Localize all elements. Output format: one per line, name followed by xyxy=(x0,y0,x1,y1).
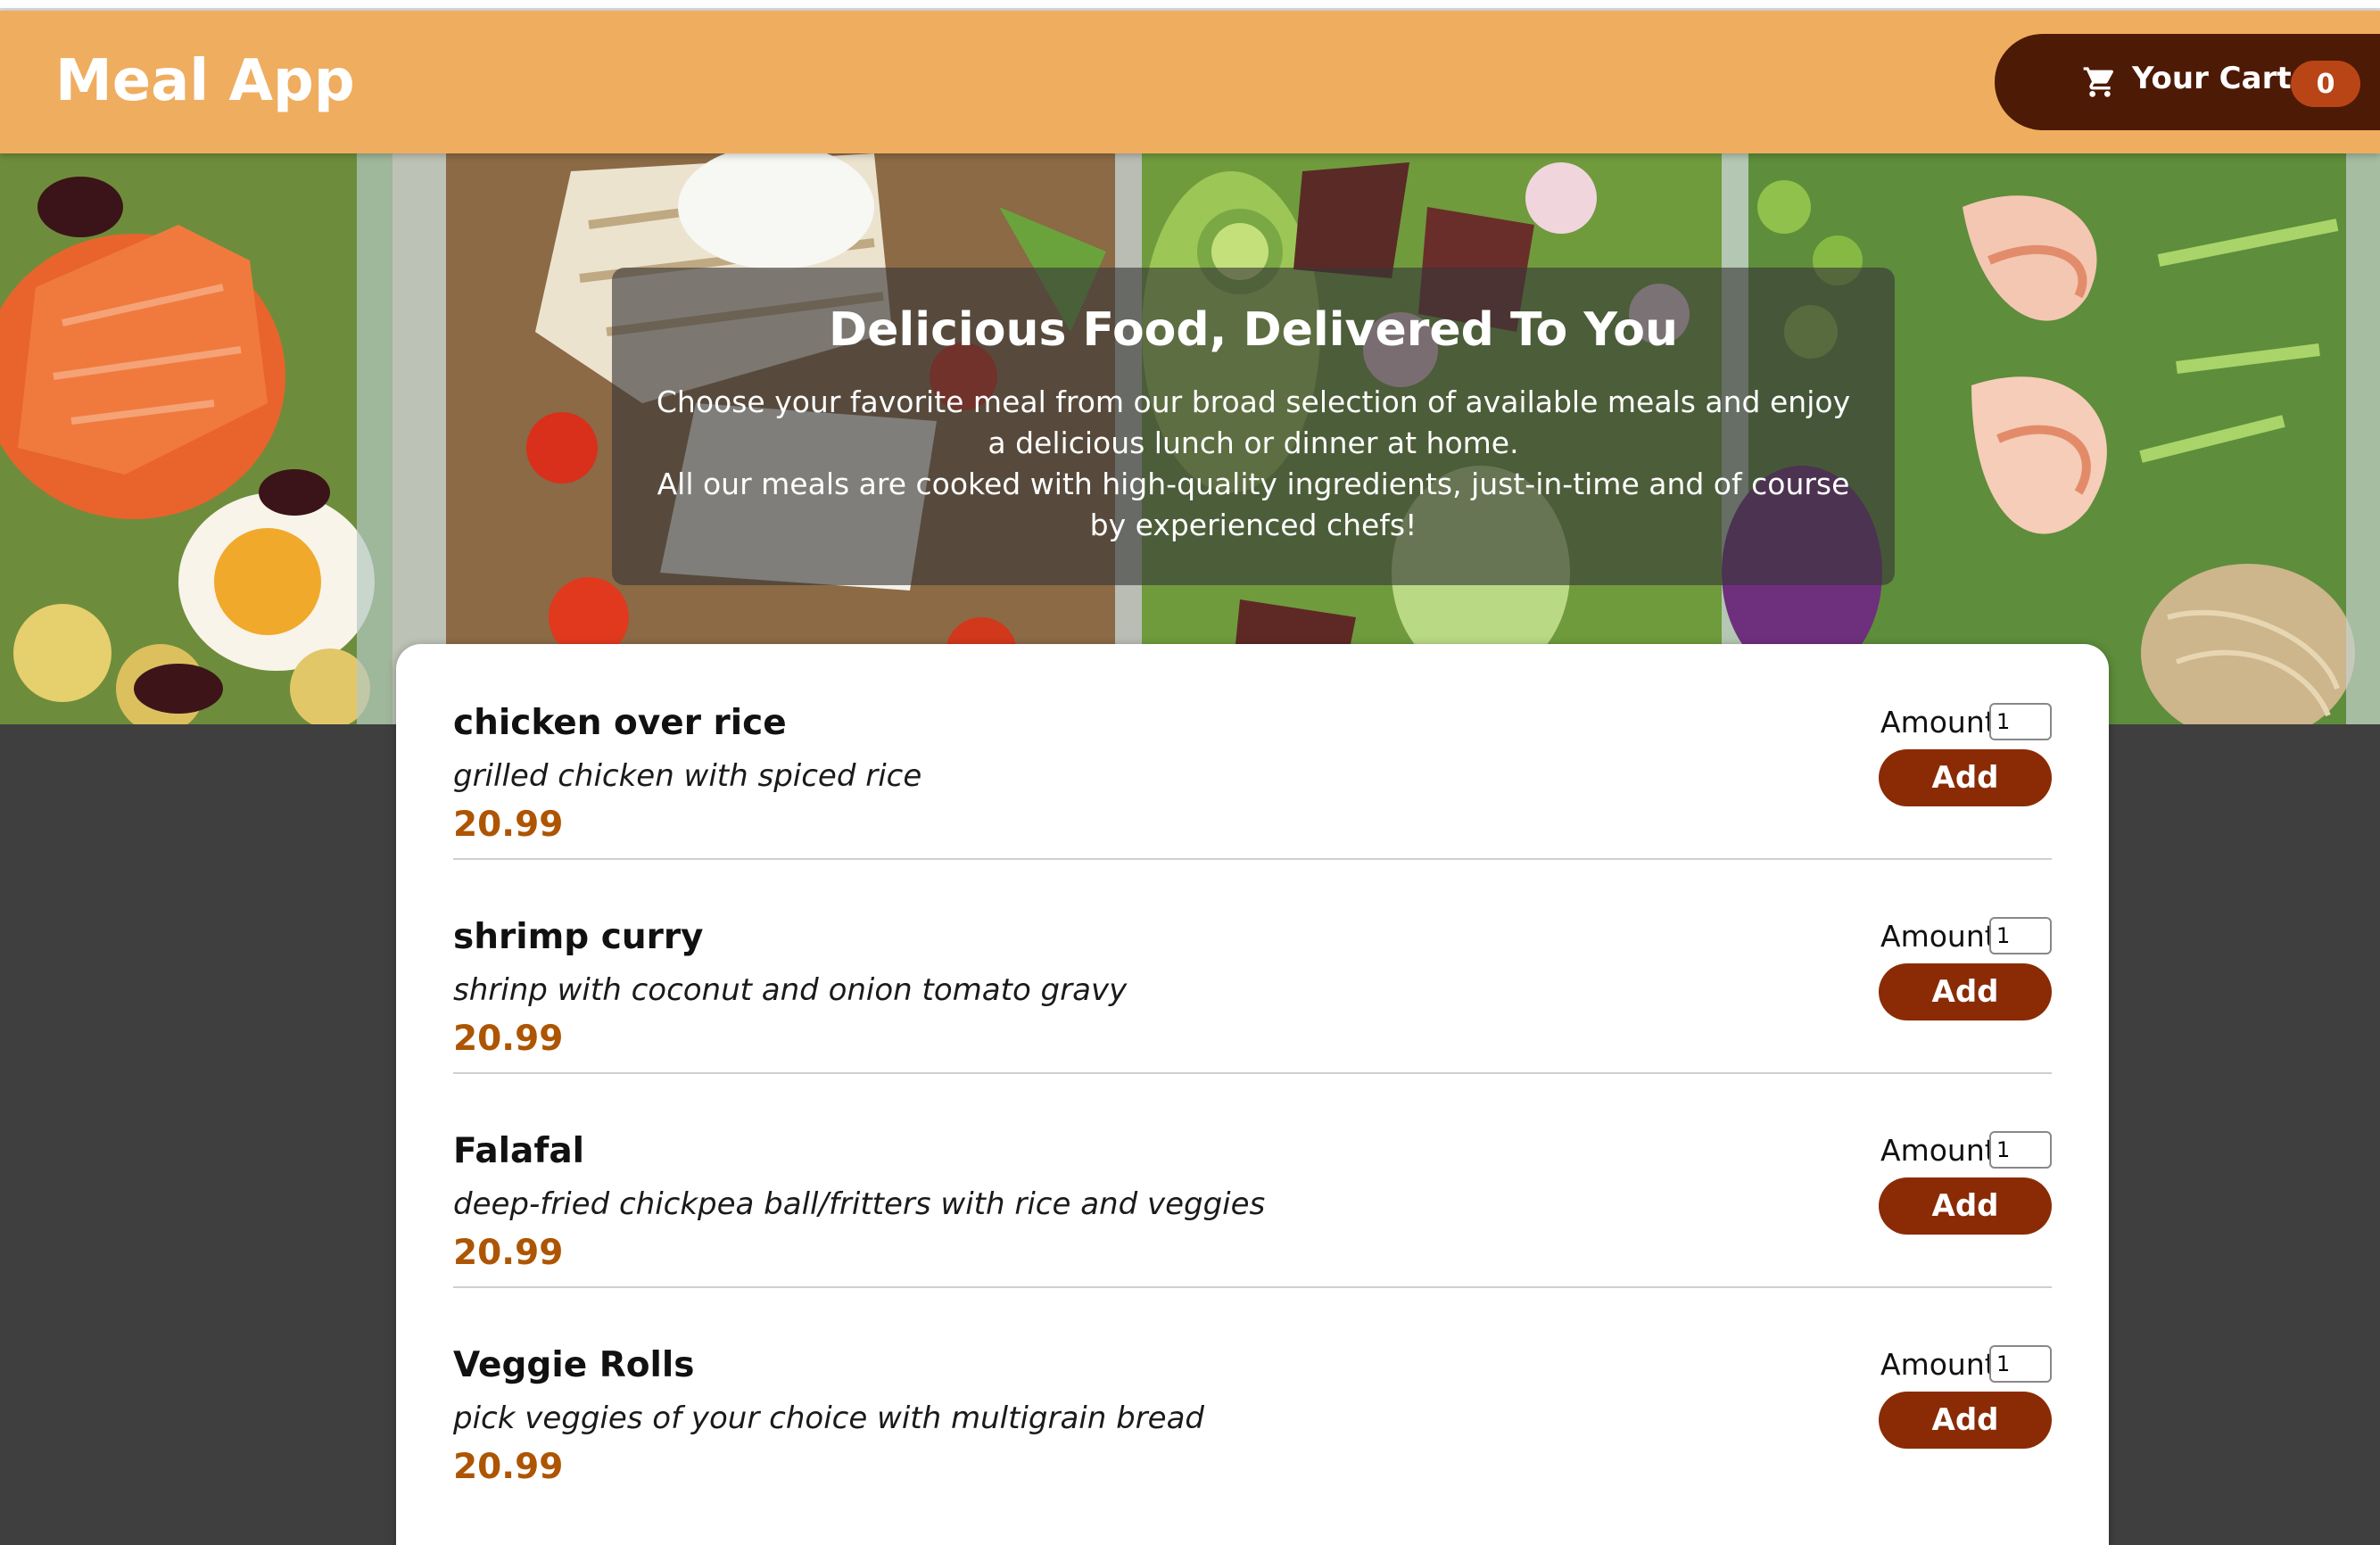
hero-paragraph-1: Choose your favorite meal from our broad… xyxy=(656,384,1851,460)
add-button[interactable]: Add xyxy=(1879,963,2052,1020)
meal-item: Falafal deep-fried chickpea ball/fritter… xyxy=(453,1072,2052,1288)
window-top-border xyxy=(0,0,2380,11)
amount-input[interactable] xyxy=(1989,1131,2052,1169)
add-button[interactable]: Add xyxy=(1879,1392,2052,1449)
meal-description: shrinp with coconut and onion tomato gra… xyxy=(453,972,1128,1008)
meal-price: 20.99 xyxy=(453,1019,564,1059)
meal-name: shrimp curry xyxy=(453,917,704,957)
meal-item: Veggie Rolls pick veggies of your choice… xyxy=(453,1286,2052,1500)
amount-input[interactable] xyxy=(1989,703,2052,740)
add-button[interactable]: Add xyxy=(1879,749,2052,806)
add-button[interactable]: Add xyxy=(1879,1177,2052,1235)
amount-input[interactable] xyxy=(1989,1345,2052,1383)
amount-label: Amount xyxy=(1880,1133,1996,1168)
meal-price: 20.99 xyxy=(453,1233,564,1273)
meal-price: 20.99 xyxy=(453,1447,564,1487)
cart-icon xyxy=(2083,67,2114,97)
meal-name: Falafal xyxy=(453,1131,585,1171)
amount-label: Amount xyxy=(1880,919,1996,954)
meal-name: Veggie Rolls xyxy=(453,1345,695,1385)
meal-description: deep-fried chickpea ball/fritters with r… xyxy=(453,1186,1266,1222)
amount-label: Amount xyxy=(1880,1347,1996,1382)
meal-price: 20.99 xyxy=(453,805,564,845)
meal-item: shrimp curry shrinp with coconut and oni… xyxy=(453,858,2052,1074)
hero-title: Delicious Food, Delivered To You xyxy=(829,303,1678,357)
meals-list-card: chicken over rice grilled chicken with s… xyxy=(396,644,2109,1545)
cart-button[interactable]: Your Cart 0 xyxy=(1995,34,2380,130)
hero-paragraph-2: All our meals are cooked with high-quali… xyxy=(657,467,1850,542)
hero-summary-box: Delicious Food, Delivered To You Choose … xyxy=(612,268,1895,585)
amount-label: Amount xyxy=(1880,705,1996,739)
meal-description: grilled chicken with spiced rice xyxy=(453,758,922,794)
meal-item: chicken over rice grilled chicken with s… xyxy=(453,644,2052,860)
meal-description: pick veggies of your choice with multigr… xyxy=(453,1400,1204,1436)
cart-label: Your Cart xyxy=(2132,61,2292,96)
meal-name: chicken over rice xyxy=(453,703,787,743)
hero-banner: Delicious Food, Delivered To You Choose … xyxy=(0,153,2380,724)
hero-description: Choose your favorite meal from our broad… xyxy=(648,382,1859,546)
app-header: Meal App Your Cart 0 xyxy=(0,11,2380,153)
amount-input[interactable] xyxy=(1989,917,2052,954)
cart-count-badge: 0 xyxy=(2291,61,2360,107)
app-title: Meal App xyxy=(55,48,355,114)
